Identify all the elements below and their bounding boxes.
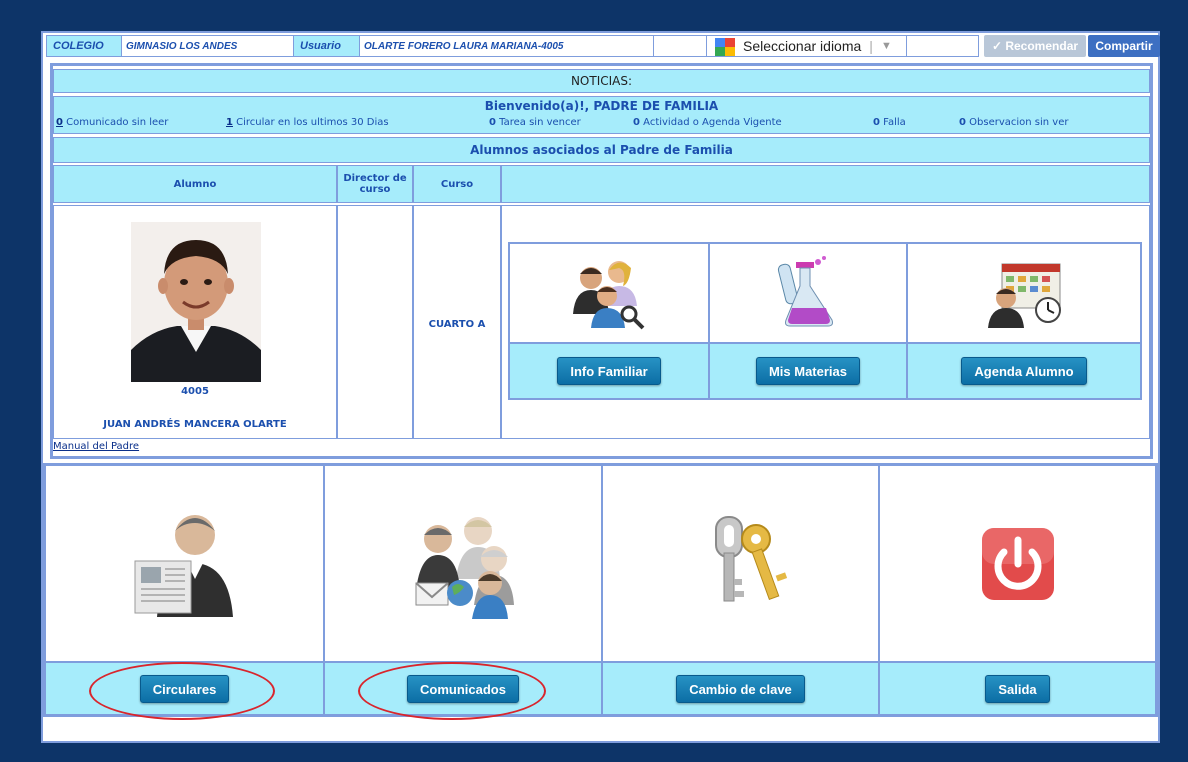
blank-cell bbox=[653, 35, 706, 57]
student-name: JUAN ANDRÉS MANCERA OLARTE bbox=[103, 419, 287, 430]
colegio-value: GIMNASIO LOS ANDES bbox=[121, 35, 293, 57]
col-actions-header bbox=[501, 165, 1150, 203]
colegio-label: COLEGIO bbox=[46, 35, 121, 57]
mis-materias-button[interactable]: Mis Materias bbox=[755, 357, 861, 385]
newspaper-person-icon[interactable] bbox=[46, 466, 325, 661]
cambio-clave-button[interactable]: Cambio de clave bbox=[676, 674, 805, 703]
info-familiar-button[interactable]: Info Familiar bbox=[557, 357, 661, 385]
welcome-title: Bienvenido(a)!, PADRE DE FAMILIA bbox=[484, 99, 719, 113]
google-translate-icon bbox=[715, 37, 735, 56]
students-title: Alumnos asociados al Padre de Familia bbox=[53, 137, 1150, 163]
info-familiar-row: Info Familiar bbox=[510, 342, 710, 398]
stat-comunicados[interactable]: 0 Comunicado sin leer bbox=[56, 117, 168, 128]
welcome-bar: Bienvenido(a)!, PADRE DE FAMILIA 0 Comun… bbox=[53, 96, 1150, 134]
stat-circulares[interactable]: 1 Circular en los ultimos 30 Dias bbox=[226, 117, 389, 128]
student-cell: 4005 JUAN ANDRÉS MANCERA OLARTE bbox=[53, 205, 337, 439]
top-bar: COLEGIO GIMNASIO LOS ANDES Usuario OLART… bbox=[46, 35, 1160, 57]
usuario-label: Usuario bbox=[293, 35, 359, 57]
usuario-value: OLARTE FORERO LAURA MARIANA-4005 bbox=[359, 35, 653, 57]
actions-cell: Info Familiar Mis Materias Agenda Alumno bbox=[501, 205, 1150, 439]
calendar-agenda-icon[interactable] bbox=[908, 244, 1140, 342]
subjects-flask-icon[interactable] bbox=[710, 244, 908, 342]
student-photo bbox=[131, 222, 261, 382]
comunicados-row: Comunicados bbox=[325, 661, 603, 714]
stat-tareas: 0 Tarea sin vencer bbox=[489, 117, 581, 128]
news-title: NOTICIAS: bbox=[53, 69, 1150, 93]
blank-cell-2 bbox=[906, 35, 979, 57]
agenda-alumno-row: Agenda Alumno bbox=[908, 342, 1140, 398]
student-actions-grid: Info Familiar Mis Materias Agenda Alumno bbox=[508, 242, 1142, 400]
col-director: Director de curso bbox=[337, 165, 413, 203]
stat-actividades: 0 Actividad o Agenda Vigente bbox=[633, 117, 782, 128]
keys-icon[interactable] bbox=[603, 466, 880, 661]
mis-materias-row: Mis Materias bbox=[710, 342, 908, 398]
manual-padre-link[interactable]: Manual del Padre bbox=[53, 441, 139, 452]
share-button[interactable]: Compartir bbox=[1088, 35, 1160, 57]
circulares-row: Circulares bbox=[46, 661, 325, 714]
news-panel: NOTICIAS: Bienvenido(a)!, PADRE DE FAMIL… bbox=[50, 63, 1153, 459]
col-curso: Curso bbox=[413, 165, 501, 203]
power-icon[interactable] bbox=[880, 466, 1155, 661]
circulares-button[interactable]: Circulares bbox=[139, 674, 230, 703]
stat-fallas: 0 Falla bbox=[873, 117, 906, 128]
student-code: 4005 bbox=[181, 386, 209, 397]
main-menu: Circulares Comunicados Cambio de clave S… bbox=[43, 463, 1158, 717]
people-globe-mail-icon[interactable] bbox=[325, 466, 603, 661]
language-select-label: Seleccionar idioma bbox=[743, 38, 862, 54]
main-frame: COLEGIO GIMNASIO LOS ANDES Usuario OLART… bbox=[41, 31, 1160, 743]
language-select[interactable]: Seleccionar idioma | ▼ bbox=[706, 35, 906, 57]
curso-cell: CUARTO A bbox=[413, 205, 501, 439]
recommend-button[interactable]: ✓ Recomendar bbox=[984, 35, 1086, 57]
salida-row: Salida bbox=[880, 661, 1155, 714]
curso-value: CUARTO A bbox=[428, 319, 486, 330]
chevron-down-icon: ▼ bbox=[880, 40, 892, 52]
stat-observaciones: 0 Observacion sin ver bbox=[959, 117, 1069, 128]
agenda-alumno-button[interactable]: Agenda Alumno bbox=[961, 357, 1087, 385]
salida-button[interactable]: Salida bbox=[985, 674, 1050, 703]
col-alumno: Alumno bbox=[53, 165, 337, 203]
family-info-icon[interactable] bbox=[510, 244, 710, 342]
students-table: Alumno Director de curso Curso 4005 JUAN… bbox=[53, 165, 1150, 439]
director-cell bbox=[337, 205, 413, 439]
cambio-clave-row: Cambio de clave bbox=[603, 661, 880, 714]
language-separator: | bbox=[869, 38, 873, 54]
comunicados-button[interactable]: Comunicados bbox=[407, 674, 519, 703]
stats-row: 0 Comunicado sin leer 1 Circular en los … bbox=[56, 117, 1146, 131]
